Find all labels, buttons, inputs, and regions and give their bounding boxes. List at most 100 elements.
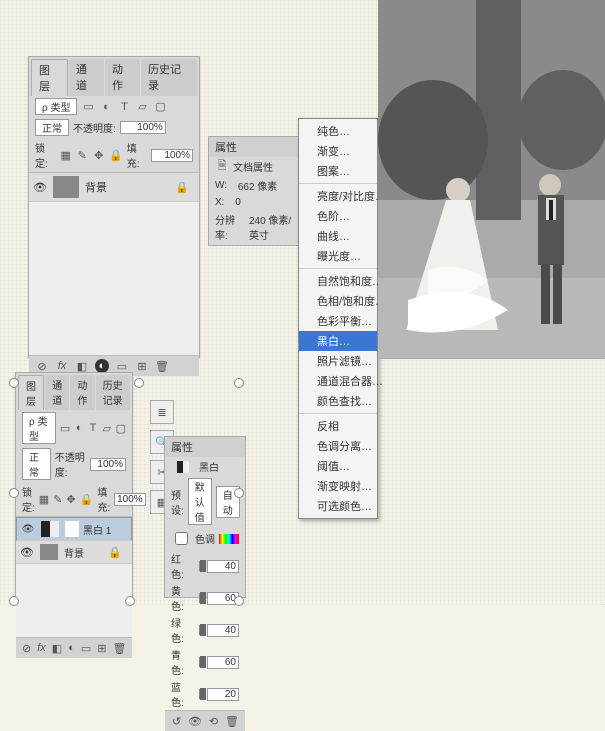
slider-track[interactable] bbox=[199, 593, 201, 603]
tab2-history[interactable]: 历史记录 bbox=[96, 375, 130, 410]
layer-list-2[interactable]: 👁 黑白 1 👁 背景 🔒 bbox=[16, 516, 132, 637]
menu-item[interactable]: 反相 bbox=[299, 416, 377, 436]
layer2-kind-select[interactable]: ρ 类型 bbox=[22, 412, 56, 444]
blend-mode-select[interactable]: 正常 bbox=[35, 119, 69, 136]
menu-item[interactable]: 通道混合器… bbox=[299, 371, 377, 391]
opacity-label: 不透明度: bbox=[73, 120, 116, 135]
menu-item[interactable]: 可选颜色… bbox=[299, 496, 377, 516]
menu-item[interactable]: 颜色查找… bbox=[299, 391, 377, 411]
lock-icon: 🔒 bbox=[108, 546, 122, 559]
slider-label: 青色: bbox=[171, 647, 193, 677]
bw-thumbnail[interactable] bbox=[41, 521, 59, 537]
selection-handle[interactable] bbox=[234, 378, 244, 388]
menu-item[interactable]: 阈值… bbox=[299, 456, 377, 476]
res-label: 分辨率: bbox=[215, 212, 238, 242]
bw-icon bbox=[177, 461, 189, 473]
fx-icon[interactable]: fx bbox=[55, 359, 69, 373]
adjust-icon[interactable]: ◐ bbox=[95, 359, 109, 373]
blend2-select[interactable]: 正常 bbox=[22, 448, 51, 480]
menu-item[interactable]: 色彩平衡… bbox=[299, 311, 377, 331]
layers-panel-2[interactable]: 图层 通道 动作 历史记录 ρ 类型 ▭◐T▱▢ 正常 不透明度: 100% 锁… bbox=[15, 372, 133, 602]
slider-value[interactable]: 20 bbox=[207, 688, 239, 701]
slider-value[interactable]: 40 bbox=[207, 624, 239, 637]
group-icon[interactable]: ▭ bbox=[115, 359, 129, 373]
menu-item[interactable]: 渐变映射… bbox=[299, 476, 377, 496]
selection-handle[interactable] bbox=[9, 378, 19, 388]
preset-select[interactable]: 默认值 bbox=[188, 478, 212, 525]
menu-item[interactable]: 曝光度… bbox=[299, 246, 377, 266]
menu-item[interactable]: 自然饱和度… bbox=[299, 271, 377, 291]
menu-item[interactable]: 曲线… bbox=[299, 226, 377, 246]
doc-props-label: 文档属性 bbox=[233, 159, 273, 174]
tint-label: 色调 bbox=[195, 531, 215, 546]
lock-pos-icon[interactable]: ✥ bbox=[93, 148, 106, 162]
menu-item[interactable]: 渐变… bbox=[299, 141, 377, 161]
slider-track[interactable] bbox=[199, 657, 201, 667]
menu-item[interactable]: 图案… bbox=[299, 161, 377, 181]
layer2-thumbnail[interactable] bbox=[40, 544, 58, 560]
visibility-icon[interactable]: 👁 bbox=[20, 546, 34, 559]
menu-item[interactable]: 色阶… bbox=[299, 206, 377, 226]
tab-actions[interactable]: 动作 bbox=[105, 59, 140, 96]
menu-item[interactable]: 黑白… bbox=[299, 331, 377, 351]
tab-history[interactable]: 历史记录 bbox=[141, 59, 197, 96]
layer-kind-select[interactable]: ρ 类型 bbox=[35, 98, 77, 115]
slider-value[interactable]: 60 bbox=[207, 656, 239, 669]
link-icon[interactable]: ⊘ bbox=[35, 359, 49, 373]
menu-item[interactable]: 亮度/对比度… bbox=[299, 186, 377, 206]
fill-input[interactable]: 100% bbox=[151, 149, 193, 162]
selection-handle[interactable] bbox=[134, 378, 144, 388]
layers-tabs[interactable]: 图层 通道 动作 历史记录 bbox=[29, 57, 199, 96]
bw-title: 属性 bbox=[171, 439, 193, 455]
tint-checkbox[interactable] bbox=[175, 532, 188, 545]
filter-adjust-icon[interactable]: ◐ bbox=[99, 100, 113, 114]
tint-swatch[interactable] bbox=[219, 534, 239, 544]
opacity-input[interactable]: 100% bbox=[120, 121, 166, 134]
properties-panel[interactable]: 属性 🗎文档属性 W: 662 像素 X: 0 分辨率: 240 像素/英寸 bbox=[208, 136, 300, 246]
filter-shape-icon[interactable]: ▱ bbox=[135, 100, 149, 114]
tab2-layers[interactable]: 图层 bbox=[18, 375, 44, 410]
menu-item[interactable]: 色调分离… bbox=[299, 436, 377, 456]
menu-item[interactable]: 色相/饱和度… bbox=[299, 291, 377, 311]
fill2-input[interactable]: 100% bbox=[114, 493, 146, 506]
layer-name-bw: 黑白 1 bbox=[83, 522, 111, 537]
lock-trans-icon[interactable]: ▦ bbox=[59, 148, 72, 162]
tab-channels[interactable]: 通道 bbox=[69, 59, 104, 96]
adjustment-menu[interactable]: 纯色…渐变…图案…亮度/对比度…色阶…曲线…曝光度…自然饱和度…色相/饱和度…色… bbox=[298, 118, 378, 519]
lock-all-icon[interactable]: 🔒 bbox=[109, 148, 123, 162]
layers-panel[interactable]: 图层 通道 动作 历史记录 ρ 类型 ▭ ◐ T ▱ ▢ 正常 不透明度: 10… bbox=[28, 56, 200, 358]
slider-value[interactable]: 40 bbox=[207, 560, 239, 573]
filter-pixel-icon[interactable]: ▭ bbox=[81, 100, 95, 114]
visibility-icon[interactable]: 👁 bbox=[21, 524, 35, 535]
layer-row-bw[interactable]: 👁 黑白 1 bbox=[16, 517, 132, 541]
slider-track[interactable] bbox=[199, 561, 201, 571]
layers2-tabs[interactable]: 图层 通道 动作 历史记录 bbox=[16, 373, 132, 410]
wedding-photo bbox=[378, 0, 605, 359]
tab-layers[interactable]: 图层 bbox=[31, 59, 68, 96]
layer-row-background-2[interactable]: 👁 背景 🔒 bbox=[16, 541, 132, 564]
selection-handle[interactable] bbox=[234, 488, 244, 498]
new-icon[interactable]: ⊞ bbox=[135, 359, 149, 373]
tab2-actions[interactable]: 动作 bbox=[70, 375, 94, 410]
lock-pixel-icon[interactable]: ✎ bbox=[76, 148, 89, 162]
mask-icon[interactable]: ◧ bbox=[75, 359, 89, 373]
opacity2-input[interactable]: 100% bbox=[90, 458, 126, 471]
filter-smart-icon[interactable]: ▢ bbox=[153, 100, 167, 114]
menu-item[interactable]: 纯色… bbox=[299, 121, 377, 141]
text-tool-icon[interactable]: ≣ bbox=[150, 400, 174, 424]
menu-item[interactable]: 照片滤镜… bbox=[299, 351, 377, 371]
visibility-icon[interactable]: 👁 bbox=[33, 181, 47, 194]
trash-icon[interactable]: 🗑 bbox=[155, 359, 169, 373]
layer-list[interactable]: 👁 背景 🔒 bbox=[29, 172, 199, 355]
selection-handle[interactable] bbox=[9, 488, 19, 498]
layer-row-background[interactable]: 👁 背景 🔒 bbox=[29, 173, 199, 202]
layer2-name: 背景 bbox=[64, 545, 84, 560]
tab2-channels[interactable]: 通道 bbox=[45, 375, 69, 410]
slider-track[interactable] bbox=[199, 625, 201, 635]
mask-thumbnail[interactable] bbox=[65, 521, 79, 537]
slider-track[interactable] bbox=[199, 689, 201, 699]
filter-type-icon[interactable]: T bbox=[117, 100, 131, 114]
layer-thumbnail[interactable] bbox=[53, 176, 79, 198]
bw-properties-panel[interactable]: 属性 黑白 预设: 默认值 自动 色调 红色:40黄色:60绿色:40青色:60… bbox=[164, 436, 246, 598]
lock2-label: 锁定: bbox=[22, 484, 35, 514]
